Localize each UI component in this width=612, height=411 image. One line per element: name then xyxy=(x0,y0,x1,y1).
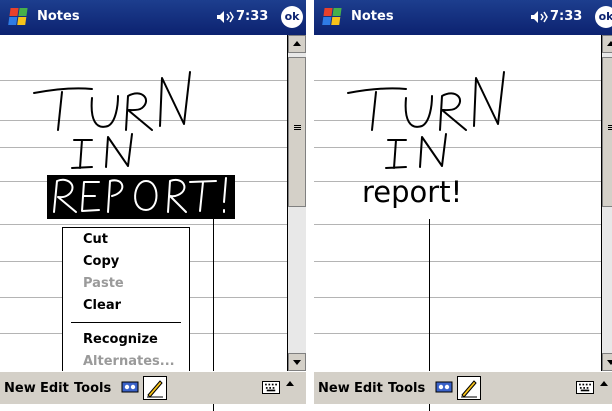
menu-new[interactable]: New xyxy=(4,381,36,396)
menu-tools[interactable]: Tools xyxy=(74,381,111,396)
menu-item-alternates: Alternates... xyxy=(83,354,175,369)
up-arrow-icon xyxy=(607,41,612,46)
recording-icon[interactable] xyxy=(121,378,139,396)
pen-icon[interactable] xyxy=(457,376,481,400)
menu-tools[interactable]: Tools xyxy=(388,381,425,396)
keyboard-icon[interactable] xyxy=(262,381,280,394)
notes-screen-right: Notes 7:33 ok report! New Edit Tools xyxy=(314,0,612,411)
scroll-up-button[interactable] xyxy=(288,35,306,53)
scroll-thumb[interactable] xyxy=(602,57,612,207)
vertical-scrollbar[interactable] xyxy=(287,35,306,371)
down-arrow-icon xyxy=(293,360,301,365)
menu-edit[interactable]: Edit xyxy=(354,381,383,396)
recognized-text[interactable]: report! xyxy=(362,175,462,209)
scroll-down-button[interactable] xyxy=(602,353,612,371)
menu-bar: New Edit Tools xyxy=(314,371,612,404)
menu-item-paste: Paste xyxy=(83,276,124,291)
sip-arrow-icon[interactable] xyxy=(286,381,294,386)
up-arrow-icon xyxy=(293,41,301,46)
menu-edit[interactable]: Edit xyxy=(40,381,69,396)
grip-icon xyxy=(608,125,612,126)
menu-item-recognize[interactable]: Recognize xyxy=(83,332,158,347)
keyboard-icon[interactable] xyxy=(576,381,594,394)
notes-screen-left: Notes 7:33 ok Cut Copy Paste Clear Recog… xyxy=(0,0,306,411)
menu-item-cut[interactable]: Cut xyxy=(83,232,108,247)
menu-bar: New Edit Tools xyxy=(0,371,306,404)
grip-icon xyxy=(294,125,301,126)
pen-icon[interactable] xyxy=(143,376,167,400)
down-arrow-icon xyxy=(607,360,612,365)
context-menu: Cut Copy Paste Clear Recognize Alternate… xyxy=(62,227,190,377)
menu-separator xyxy=(71,322,181,323)
vertical-scrollbar[interactable] xyxy=(601,35,612,371)
recording-icon[interactable] xyxy=(435,378,453,396)
menu-item-clear[interactable]: Clear xyxy=(83,298,121,313)
menu-new[interactable]: New xyxy=(318,381,350,396)
scroll-thumb[interactable] xyxy=(288,57,306,207)
menu-item-copy[interactable]: Copy xyxy=(83,254,119,269)
scroll-up-button[interactable] xyxy=(602,35,612,53)
scroll-down-button[interactable] xyxy=(288,353,306,371)
sip-arrow-icon[interactable] xyxy=(600,381,608,386)
